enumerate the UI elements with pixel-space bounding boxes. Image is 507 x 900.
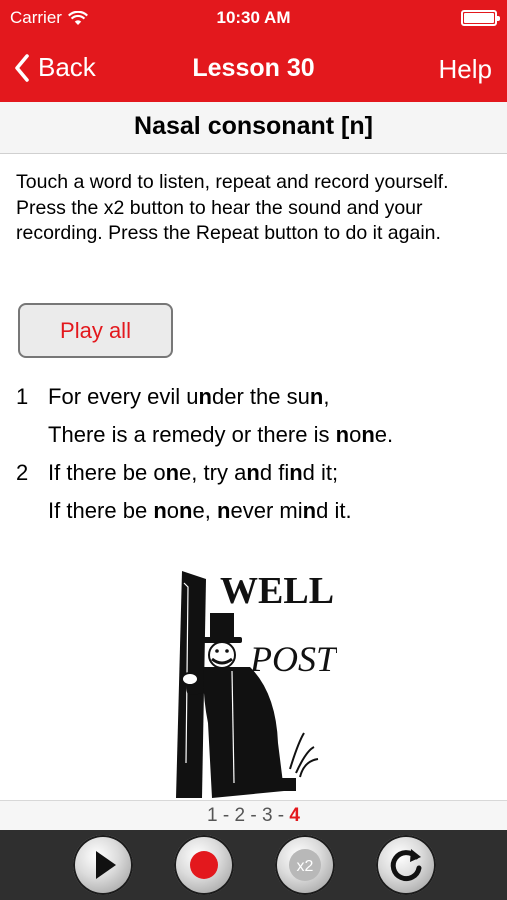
- lesson-heading: Nasal consonant [n]: [134, 112, 373, 140]
- phrase-word[interactable]: there: [66, 460, 116, 485]
- page-title: Lesson 30: [192, 54, 315, 82]
- phrase-word[interactable]: it;: [321, 460, 338, 485]
- repeat-button[interactable]: [376, 835, 436, 895]
- record-icon: [190, 851, 218, 879]
- phrase-item: 2 If there be one, try and find it; If the…: [16, 454, 496, 530]
- phrase-item: 1 For every evil under the sun, There is a…: [16, 378, 496, 454]
- page-link-3[interactable]: 3: [262, 805, 273, 826]
- phrase-word[interactable]: it.: [334, 498, 351, 523]
- phrase-line: There is a remedy or there is none.: [48, 416, 496, 454]
- play-icon: [96, 851, 116, 879]
- phrase-word[interactable]: never: [217, 498, 273, 523]
- status-bar: Carrier 10:30 AM: [0, 0, 507, 36]
- phrase-word[interactable]: evil: [147, 384, 180, 409]
- playback-toolbar: x2: [0, 830, 507, 900]
- top-bar: Carrier 10:30 AM Back Lesson 30 Help: [0, 0, 507, 102]
- phrase-word[interactable]: every: [87, 384, 141, 409]
- page-link-1[interactable]: 1: [207, 805, 218, 826]
- play-all-button[interactable]: Play all: [18, 303, 173, 358]
- phrase-word[interactable]: one,: [153, 460, 197, 485]
- phrase-word[interactable]: remedy: [152, 422, 225, 447]
- illustration-text-well: WELL: [220, 570, 334, 612]
- phrase-word[interactable]: and: [234, 460, 272, 485]
- phrase-text: If there be one, try and find it; If ther…: [48, 454, 496, 530]
- lesson-header: Nasal consonant [n]: [0, 102, 507, 154]
- record-button[interactable]: [174, 835, 234, 895]
- phrase-word[interactable]: If: [48, 498, 60, 523]
- phrase-word[interactable]: is: [112, 422, 128, 447]
- phrase-number: 2: [16, 460, 29, 485]
- phrase-word[interactable]: there: [257, 422, 307, 447]
- help-button[interactable]: Help: [439, 54, 492, 85]
- repeat-icon: [390, 849, 422, 882]
- instructions-text: Touch a word to listen, repeat and recor…: [16, 171, 449, 244]
- page-link-2[interactable]: 2: [234, 805, 245, 826]
- page-indicator: 1 - 2 - 3 - 4: [0, 800, 507, 830]
- illustration-text-post: POST: [249, 639, 337, 679]
- page-current: 4: [289, 805, 300, 826]
- illustration-image: WELL POST: [176, 570, 337, 798]
- battery-icon: [461, 10, 500, 26]
- phrase-word[interactable]: under: [186, 384, 244, 409]
- play-button[interactable]: [73, 835, 133, 895]
- phrase-word[interactable]: a: [134, 422, 146, 447]
- x2-button[interactable]: x2: [275, 835, 335, 895]
- phrase-word[interactable]: is: [314, 422, 330, 447]
- phrase-word[interactable]: try: [204, 460, 228, 485]
- phrase-word[interactable]: or: [232, 422, 252, 447]
- phrase-word[interactable]: If: [48, 460, 60, 485]
- phrase-line: For every evil under the sun,: [48, 378, 496, 416]
- phrase-text: For every evil under the sun, There is a …: [48, 378, 496, 454]
- phrase-list: 1 For every evil under the sun, There is a…: [16, 378, 496, 530]
- status-time: 10:30 AM: [216, 8, 291, 27]
- phrase-word[interactable]: none,: [153, 498, 211, 523]
- phrase-word[interactable]: be: [123, 498, 148, 523]
- phrase-word[interactable]: There: [48, 422, 106, 447]
- nav-bar: Back Lesson 30 Help: [0, 36, 507, 102]
- phrase-number: 1: [16, 384, 29, 409]
- phrase-word[interactable]: there: [66, 498, 116, 523]
- phrase-word[interactable]: find: [278, 460, 315, 485]
- x2-icon: x2: [289, 849, 321, 881]
- phrase-word[interactable]: sun,: [287, 384, 330, 409]
- phrase-line: If there be one, try and find it;: [48, 454, 496, 492]
- phrase-word[interactable]: the: [250, 384, 281, 409]
- phrase-word[interactable]: none.: [336, 422, 394, 447]
- phrase-word[interactable]: For: [48, 384, 81, 409]
- x2-label: x2: [297, 858, 314, 875]
- phrase-word[interactable]: mind: [279, 498, 328, 523]
- phrase-line: If there be none, never mind it.: [48, 492, 496, 530]
- phrase-word[interactable]: be: [123, 460, 148, 485]
